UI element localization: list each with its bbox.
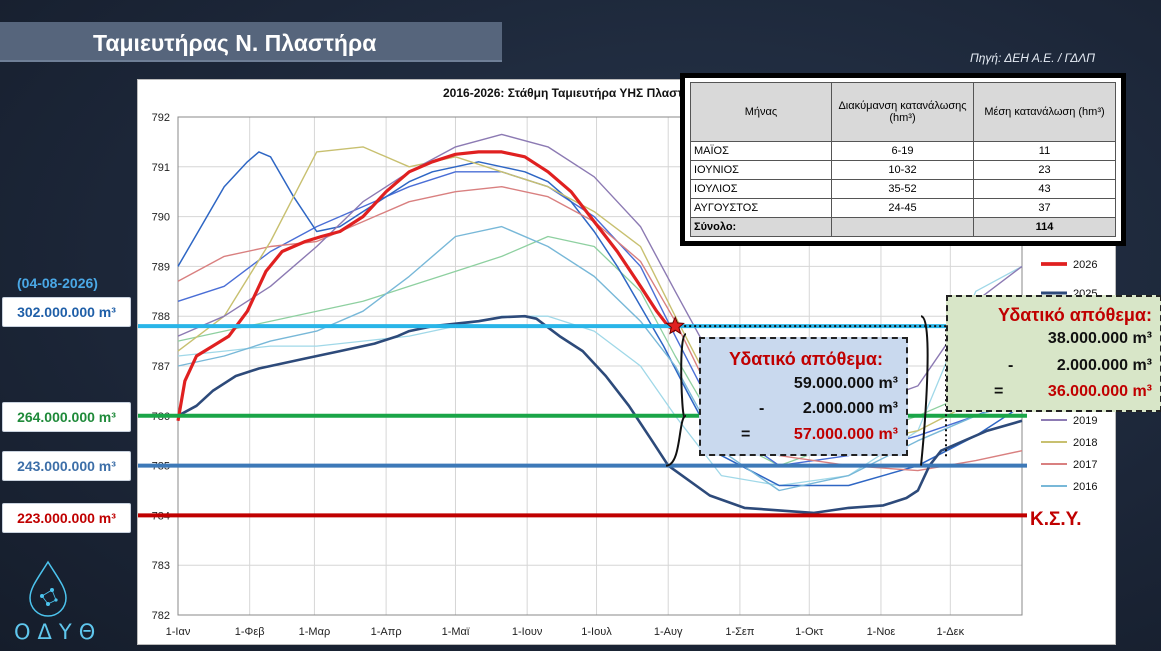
table-row: ΙΟΥΝΙΟΣ 10-32 23 <box>690 160 1116 180</box>
level-label-223: 223.000.000 m³ <box>2 503 131 533</box>
x-tick-label: 1-Ιουν <box>512 626 543 638</box>
series-line-2026 <box>176 150 677 422</box>
table-cell: 24-45 <box>831 198 974 218</box>
legend-label-2018: 2018 <box>1073 437 1097 449</box>
x-tick-label: 1-Σεπ <box>725 626 754 638</box>
equals-sign: = <box>994 383 1004 400</box>
table-header-range: Διακύμανση κατανάλωσης (hm³) <box>831 82 974 142</box>
table-header-row: Μήνας Διακύμανση κατανάλωσης (hm³) Μέση … <box>690 82 1116 142</box>
level-label-243: 243.000.000 m³ <box>2 451 131 481</box>
legend-label-2019: 2019 <box>1073 415 1097 427</box>
table-cell: 23 <box>973 160 1116 180</box>
y-tick-label: 788 <box>152 311 170 323</box>
source-note: Πηγή: ΔΕΗ Α.Ε. / ΓΔΛΠ <box>970 51 1095 65</box>
stock-box-2026: Υδατικό απόθεμα: 59.000.000 m³ - 2.000.0… <box>699 337 908 456</box>
deduction-value: 2.000.000 m³ <box>1056 357 1152 374</box>
result-value: 36.000.000 m³ <box>1047 383 1152 400</box>
table-row: ΑΥΓΟΥΣΤΟΣ 24-45 37 <box>690 198 1116 218</box>
x-tick-label: 1-Απρ <box>371 626 402 638</box>
y-tick-label: 783 <box>152 560 170 572</box>
x-tick-label: 1-Μαϊ <box>442 626 470 638</box>
minus-sign: - <box>759 400 765 417</box>
table-row: ΜΑΪΟΣ 6-19 11 <box>690 141 1116 161</box>
y-tick-label: 792 <box>152 112 170 124</box>
table-cell: 43 <box>973 179 1116 199</box>
y-tick-label: 782 <box>152 610 170 622</box>
minus-sign: - <box>1008 357 1014 374</box>
stock-value: 59.000.000 m³ <box>793 375 898 392</box>
x-tick-label: 1-Δεκ <box>937 626 965 638</box>
page-title: Ταμιευτήρας Ν. Πλαστήρα <box>93 30 377 56</box>
stock-box-title: Υδατικό απόθεμα: <box>998 305 1152 325</box>
table-cell: 37 <box>973 198 1116 218</box>
table-header-mean: Μέση κατανάλωση (hm³) <box>973 82 1116 142</box>
table-row: ΙΟΥΛΙΟΣ 35-52 43 <box>690 179 1116 199</box>
table-cell: Σύνολο: <box>690 217 832 237</box>
table-cell: ΜΑΪΟΣ <box>690 141 832 161</box>
consumption-table: Μήνας Διακύμανση κατανάλωσης (hm³) Μέση … <box>690 82 1116 237</box>
level-label-264: 264.000.000 m³ <box>2 402 131 432</box>
result-value: 57.000.000 m³ <box>793 426 898 443</box>
x-tick-label: 1-Ιουλ <box>581 626 612 638</box>
table-cell: ΙΟΥΝΙΟΣ <box>690 160 832 180</box>
bracket-2025 <box>920 315 929 466</box>
table-cell: 10-32 <box>831 160 974 180</box>
x-tick-label: 1-Φεβ <box>235 626 265 638</box>
table-cell: 35-52 <box>831 179 974 199</box>
x-tick-label: 1-Οκτ <box>795 626 824 638</box>
table-header-month: Μήνας <box>690 82 832 142</box>
deduction-value: 2.000.000 m³ <box>802 400 898 417</box>
level-label-302: 302.000.000 m³ <box>2 297 131 327</box>
x-tick-label: 1-Αυγ <box>654 626 683 638</box>
bracket-2026-lower <box>665 414 687 467</box>
equals-sign: = <box>741 426 751 443</box>
x-tick-label: 1-Μαρ <box>299 626 331 638</box>
y-tick-label: 789 <box>152 261 170 273</box>
y-tick-label: 787 <box>152 361 170 373</box>
table-cell <box>831 217 974 237</box>
stock-box-title: Υδατικό απόθεμα: <box>729 349 883 369</box>
table-cell: 114 <box>973 217 1116 237</box>
legend-label-2026: 2026 <box>1073 259 1097 271</box>
stock-value: 38.000.000 m³ <box>1047 330 1152 347</box>
chart-title: 2016-2026: Στάθμη Ταμιευτήρα ΥΗΣ Πλαστήρ… <box>443 86 705 100</box>
table-cell: ΙΟΥΛΙΟΣ <box>690 179 832 199</box>
legend-label-2016: 2016 <box>1073 481 1097 493</box>
date-label: (04-08-2026) <box>17 275 98 291</box>
y-tick-label: 791 <box>152 162 170 174</box>
stock-box-2025: Υδατικό απόθεμα: 38.000.000 m³ - 2.000.0… <box>946 295 1161 412</box>
consumption-table-panel: Μήνας Διακύμανση κατανάλωσης (hm³) Μέση … <box>680 73 1126 246</box>
logo-text: ΟΔΥΘ <box>14 620 103 644</box>
table-cell: 6-19 <box>831 141 974 161</box>
table-total-row: Σύνολο: 114 <box>690 217 1116 237</box>
ksy-label: Κ.Σ.Υ. <box>1030 509 1082 530</box>
legend-label-2017: 2017 <box>1073 459 1097 471</box>
x-tick-label: 1-Ιαν <box>166 626 191 638</box>
table-cell: 11 <box>973 141 1116 161</box>
x-tick-label: 1-Νοε <box>867 626 896 638</box>
bracket-2026 <box>680 333 687 417</box>
table-cell: ΑΥΓΟΥΣΤΟΣ <box>690 198 832 218</box>
y-tick-label: 790 <box>152 212 170 224</box>
